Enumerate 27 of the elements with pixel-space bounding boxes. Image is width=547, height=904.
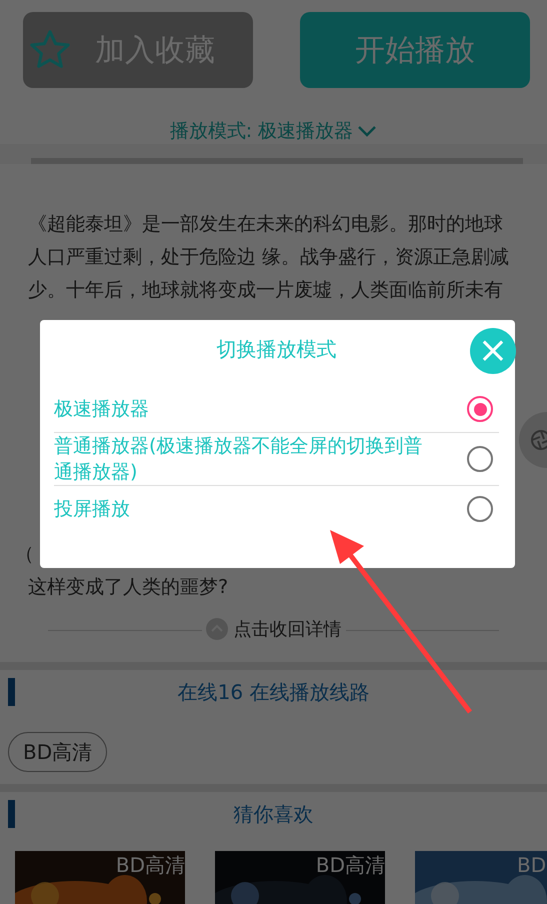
radio-button[interactable] bbox=[467, 496, 493, 522]
option-label: 极速播放器 bbox=[54, 397, 150, 422]
quality-label: BD bbox=[517, 853, 546, 877]
option-label: 投屏播放 bbox=[54, 497, 131, 522]
synopsis-text: 《超能泰坦》是一部发生在未来的科幻电影。那时的地球 bbox=[28, 213, 503, 235]
synopsis-text: （ bbox=[15, 543, 34, 565]
play-button[interactable]: 开始播放 bbox=[300, 12, 530, 88]
dialog-title: 切换播放模式 bbox=[216, 336, 338, 363]
quality-label: BD高清 bbox=[116, 853, 185, 877]
source-chip[interactable]: BD高清 bbox=[8, 732, 108, 772]
section-accent-bar bbox=[8, 800, 15, 828]
section-title: 在线16 在线播放线路 bbox=[178, 678, 370, 706]
synopsis-text: 人口严重过剩，处于危险边 缘。战争盛行，资源正急剧减 bbox=[28, 246, 510, 268]
section-title: 猜你喜欢 bbox=[234, 800, 314, 828]
option-label: 普通播放器(极速播放器不能全屏的切换到普通播放器) bbox=[54, 434, 424, 485]
quality-label: BD高清 bbox=[316, 853, 385, 877]
chevron-down-icon bbox=[357, 125, 378, 137]
section-accent-bar bbox=[8, 678, 15, 706]
mode-option[interactable]: 投屏播放 bbox=[54, 486, 499, 532]
radio-button[interactable] bbox=[467, 396, 493, 422]
synopsis-text: 少。十年后，地球就将变成一片废墟，人类面临前所未有 bbox=[28, 279, 503, 301]
mode-option[interactable]: 普通播放器(极速播放器不能全屏的切换到普通播放器) bbox=[54, 433, 499, 486]
radio-button[interactable] bbox=[467, 446, 493, 472]
play-mode-selector[interactable]: 播放模式: 极速播放器 bbox=[170, 118, 378, 144]
aperture-icon bbox=[529, 428, 547, 452]
synopsis-text: 这样变成了人类的噩梦? bbox=[28, 576, 228, 598]
mode-option[interactable]: 极速播放器 bbox=[54, 386, 499, 433]
